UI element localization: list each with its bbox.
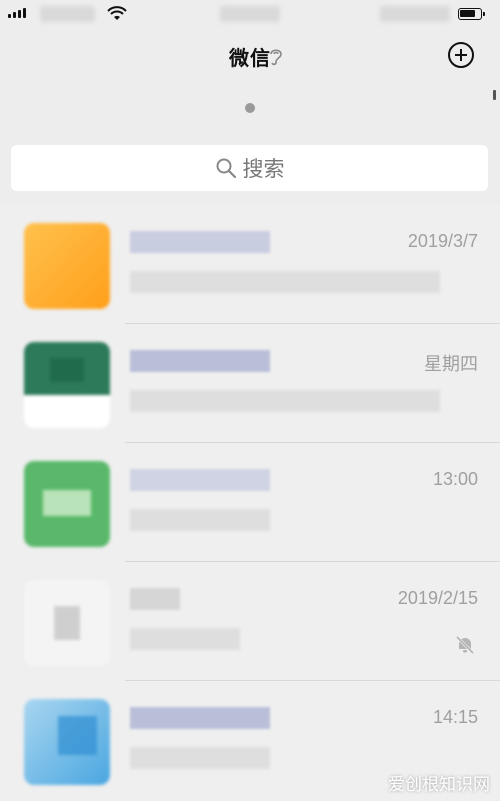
contact-name-blurred <box>130 350 270 372</box>
contact-name-blurred <box>130 469 270 491</box>
watermark: 爱创根知识网 <box>388 775 490 795</box>
search-bar[interactable]: 搜索 <box>11 145 488 191</box>
battery-percent-blurred <box>380 6 450 22</box>
avatar <box>24 461 110 547</box>
mute-bell-icon <box>455 635 475 655</box>
avatar <box>24 580 110 666</box>
chat-item[interactable]: 2019/3/7 <box>0 205 500 324</box>
chat-item[interactable]: 13:00 <box>0 443 500 562</box>
chat-list: 2019/3/7 星期四 13:00 2019/2/15 14:15 <box>0 205 500 800</box>
add-button[interactable] <box>448 42 474 68</box>
contact-name-blurred <box>130 707 270 729</box>
carrier-blurred <box>40 6 95 22</box>
status-bar <box>0 0 500 30</box>
clock-blurred <box>220 6 280 22</box>
scroll-indicator <box>493 90 496 100</box>
wifi-icon <box>107 6 127 20</box>
header: 微信 <box>0 38 500 78</box>
ear-icon <box>270 49 282 66</box>
chat-item[interactable]: 星期四 <box>0 324 500 443</box>
mini-program-pull-dot <box>245 103 255 113</box>
message-preview-blurred <box>130 628 240 650</box>
message-preview-blurred <box>130 271 440 293</box>
chat-item[interactable]: 2019/2/15 <box>0 562 500 681</box>
message-preview-blurred <box>130 509 270 531</box>
search-icon <box>216 158 236 179</box>
message-time: 13:00 <box>432 469 478 489</box>
avatar <box>24 223 110 309</box>
avatar <box>24 699 110 785</box>
message-time: 星期四 <box>424 354 478 374</box>
cellular-signal-icon <box>8 8 26 18</box>
avatar <box>24 342 110 428</box>
contact-name-blurred <box>130 231 270 253</box>
message-preview-blurred <box>130 390 440 412</box>
page-title: 微信 <box>229 46 271 70</box>
contact-name-blurred <box>130 588 180 610</box>
message-time: 2019/2/15 <box>397 588 478 608</box>
battery-icon <box>458 8 485 20</box>
message-preview-blurred <box>130 747 270 769</box>
message-time: 14:15 <box>432 707 478 727</box>
search-label: 搜索 <box>242 157 285 181</box>
message-time: 2019/3/7 <box>407 231 478 251</box>
